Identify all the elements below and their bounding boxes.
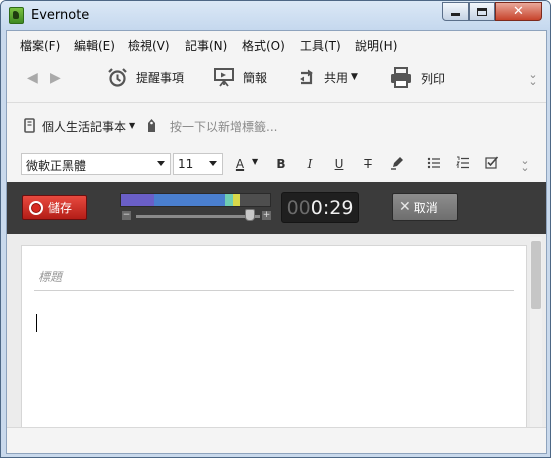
present-label: 簡報 [243,70,268,85]
status-bar [7,427,546,453]
tag-input[interactable]: 按一下以新增標籤... [170,118,277,135]
title-bar: Evernote ✕ [1,1,550,30]
close-icon: ✕ [399,199,411,215]
close-icon: ✕ [513,4,524,19]
volume-up-icon[interactable]: + [262,211,271,220]
volume-slider-track[interactable] [136,215,260,218]
font-family-select[interactable]: 微軟正黑體 [21,153,171,175]
print-label: 列印 [421,71,446,86]
printer-icon [391,67,411,88]
audio-recorder-bar: 儲存 − + 00 0:29 ✕ 取消 [7,182,546,234]
reminder-button[interactable]: 提醒事項 [107,67,184,88]
font-size-value: 11 [178,157,194,171]
share-label: 共用 [324,70,349,85]
cancel-recording-button[interactable]: ✕ 取消 [392,193,458,221]
chevron-down-icon [157,161,165,166]
minimize-button[interactable] [442,2,469,21]
menu-format[interactable]: 格式(O) [242,37,285,54]
timer-leading-digits: 00 [286,196,311,219]
presentation-icon [214,68,234,87]
highlighter-icon[interactable] [390,156,404,170]
volume-down-icon[interactable]: − [122,211,131,220]
underline-button[interactable]: U [332,157,346,171]
meter-level-peak [232,194,241,206]
menu-help[interactable]: 說明(H) [355,37,397,54]
menu-edit[interactable]: 編輯(E) [74,37,115,54]
scrollbar-thumb[interactable] [531,241,541,309]
strikethrough-button[interactable]: T [361,157,375,171]
menu-file[interactable]: 檔案(F) [20,37,60,54]
volume-slider-thumb[interactable] [245,209,255,221]
timer-value: 0:29 [310,196,354,219]
editor-area: 標題 [7,234,546,435]
close-button[interactable]: ✕ [495,2,542,21]
reminder-label: 提醒事項 [136,71,185,85]
vertical-scrollbar[interactable] [530,237,542,427]
share-icon [300,69,313,85]
share-dropdown-icon: ▼ [351,72,358,82]
notebook-icon [24,118,35,133]
window-title: Evernote [31,8,90,23]
note-title-input[interactable]: 標題 [38,268,62,285]
forward-arrow-icon[interactable]: ▶ [50,70,61,86]
alarm-clock-icon [108,68,127,87]
title-divider [34,290,514,291]
menu-bar: 檔案(F) 編輯(E) 檢視(V) 記事(N) 格式(O) 工具(T) 說明(H… [7,31,546,57]
cancel-recording-label: 取消 [413,200,438,215]
save-recording-button[interactable]: 儲存 [22,195,87,220]
minimize-icon [451,13,460,16]
save-recording-label: 儲存 [48,201,73,215]
text-caret [36,314,37,332]
share-button[interactable]: 共用 ▼ [297,67,358,87]
evernote-app-icon [9,7,24,24]
font-size-select[interactable]: 11 [173,153,223,175]
toolbar-divider [7,102,546,103]
font-family-value: 微軟正黑體 [26,159,87,173]
recording-timer: 00 0:29 [281,192,359,223]
note-info-bar: 個人生活記事本 ▼ 按一下以新增標籤... [7,114,546,136]
format-toolbar: 微軟正黑體 11 A ▼ B I U T ⌄ ⌄ [7,151,546,177]
bullet-list-icon[interactable] [427,157,441,169]
meter-level-mid [153,194,226,206]
maximize-icon [477,7,487,16]
client-area: 檔案(F) 編輯(E) 檢視(V) 記事(N) 格式(O) 工具(T) 說明(H… [6,30,547,454]
numbered-list-icon[interactable] [456,156,470,169]
present-button[interactable]: 簡報 [213,67,267,87]
notebook-selector[interactable]: 個人生活記事本 [42,118,126,135]
italic-button[interactable]: I [303,157,317,171]
print-button[interactable]: 列印 [389,67,445,89]
notebook-dropdown-icon[interactable]: ▼ [129,121,135,130]
main-toolbar: ◀ ▶ 提醒事項 簡報 共用 ▼ 列印 ⌄ ⌄ [7,58,546,98]
chevron-down-icon [209,161,217,166]
note-editor[interactable]: 標題 [21,245,527,435]
audio-level-meter [120,193,271,207]
toolbar-overflow-icon[interactable]: ⌄ ⌄ [528,69,538,87]
maximize-button[interactable] [469,2,495,21]
bold-button[interactable]: B [274,157,288,171]
menu-view[interactable]: 檢視(V) [128,37,170,54]
menu-tools[interactable]: 工具(T) [300,37,341,54]
format-overflow-icon[interactable]: ⌄ ⌄ [520,155,530,173]
font-color-button[interactable]: A [233,157,247,171]
meter-level-high [225,194,233,206]
back-arrow-icon[interactable]: ◀ [27,70,38,86]
evernote-window: Evernote ✕ 檔案(F) 編輯(E) 檢視(V) 記事(N) 格式(O)… [0,0,551,458]
checkbox-icon[interactable] [485,156,499,169]
record-icon [29,200,43,215]
font-color-dropdown-icon[interactable]: ▼ [252,157,258,166]
meter-level-low [121,194,154,206]
tag-icon [148,119,155,132]
menu-note[interactable]: 記事(N) [185,37,227,54]
